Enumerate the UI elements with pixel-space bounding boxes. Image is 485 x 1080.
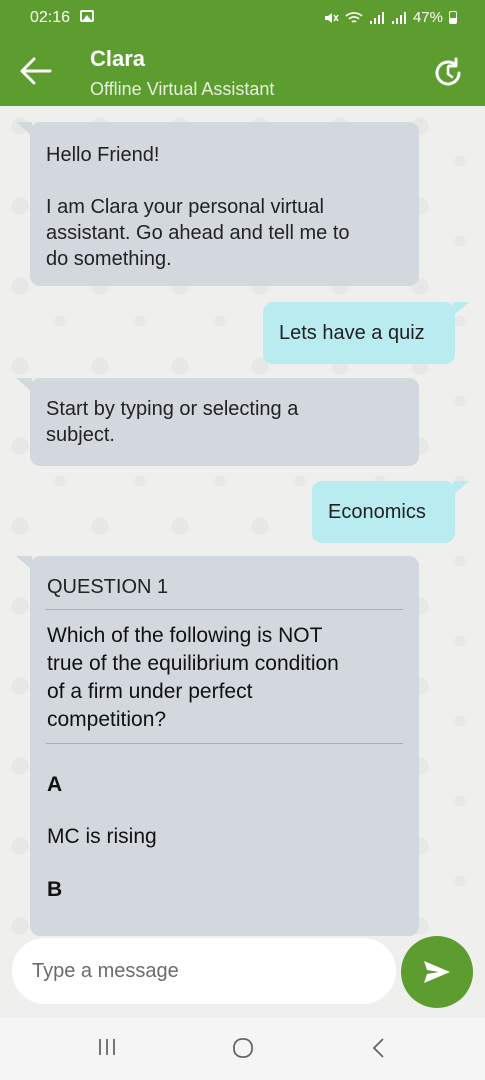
battery-percent: 47%: [412, 9, 443, 26]
message-line: Hello Friend!: [46, 144, 160, 166]
bot-message: Hello Friend! I am Clara your personal v…: [30, 122, 419, 286]
app-header: Clara Offline Virtual Assistant: [0, 36, 485, 106]
divider: [46, 743, 403, 744]
bot-message: Start by typing or selecting a subject.: [30, 378, 419, 466]
send-button[interactable]: [401, 936, 473, 1008]
option-a-letter[interactable]: A: [47, 772, 62, 798]
question-text: Which of the following is NOT true of th…: [47, 622, 339, 734]
message-input[interactable]: [12, 938, 396, 1004]
signal-icon-2: [391, 11, 406, 24]
message-line: Start by typing or selecting a: [46, 398, 299, 420]
bubble-tail: [453, 481, 469, 495]
page-title: Clara: [90, 46, 146, 71]
gallery-notification-icon: [80, 10, 94, 22]
status-icons: 47%: [323, 9, 457, 26]
battery-icon: [449, 11, 457, 24]
refresh-icon[interactable]: [431, 56, 465, 90]
wifi-icon: [345, 11, 363, 23]
send-icon: [424, 961, 450, 983]
question-line: competition?: [47, 708, 167, 731]
question-number: QUESTION 1: [47, 576, 169, 598]
message-line: Economics: [328, 501, 426, 523]
message-line: do something.: [46, 248, 172, 270]
system-nav-bar: [0, 1018, 485, 1080]
message-line: subject.: [46, 424, 115, 446]
home-icon[interactable]: [231, 1036, 255, 1060]
arrow-left-icon[interactable]: [18, 56, 52, 86]
bubble-tail: [453, 302, 469, 316]
mute-icon: [324, 12, 339, 23]
question-line: of a firm under perfect: [47, 680, 253, 703]
message-line: I am Clara your personal virtual: [46, 196, 324, 218]
option-b-letter[interactable]: B: [47, 877, 62, 903]
user-message: Economics: [312, 481, 455, 543]
message-composer: [0, 936, 485, 1018]
page-subtitle: Offline Virtual Assistant: [90, 79, 275, 99]
recents-icon[interactable]: [96, 1036, 118, 1058]
message-line: Lets have a quiz: [279, 322, 425, 344]
question-line: Which of the following is NOT: [47, 624, 323, 647]
question-line: true of the equilibrium condition: [47, 652, 339, 675]
message-line: assistant. Go ahead and tell me to: [46, 222, 350, 244]
chat-area[interactable]: Hello Friend! I am Clara your personal v…: [0, 106, 485, 936]
option-a-text[interactable]: MC is rising: [47, 824, 157, 850]
status-time: 02:16: [30, 9, 71, 26]
nav-back-icon[interactable]: [369, 1036, 389, 1060]
divider: [46, 609, 403, 610]
signal-icon: [369, 11, 384, 24]
user-message: Lets have a quiz: [263, 302, 455, 364]
quiz-card: QUESTION 1 Which of the following is NOT…: [30, 556, 419, 936]
status-bar: 02:16 47%: [0, 0, 485, 36]
